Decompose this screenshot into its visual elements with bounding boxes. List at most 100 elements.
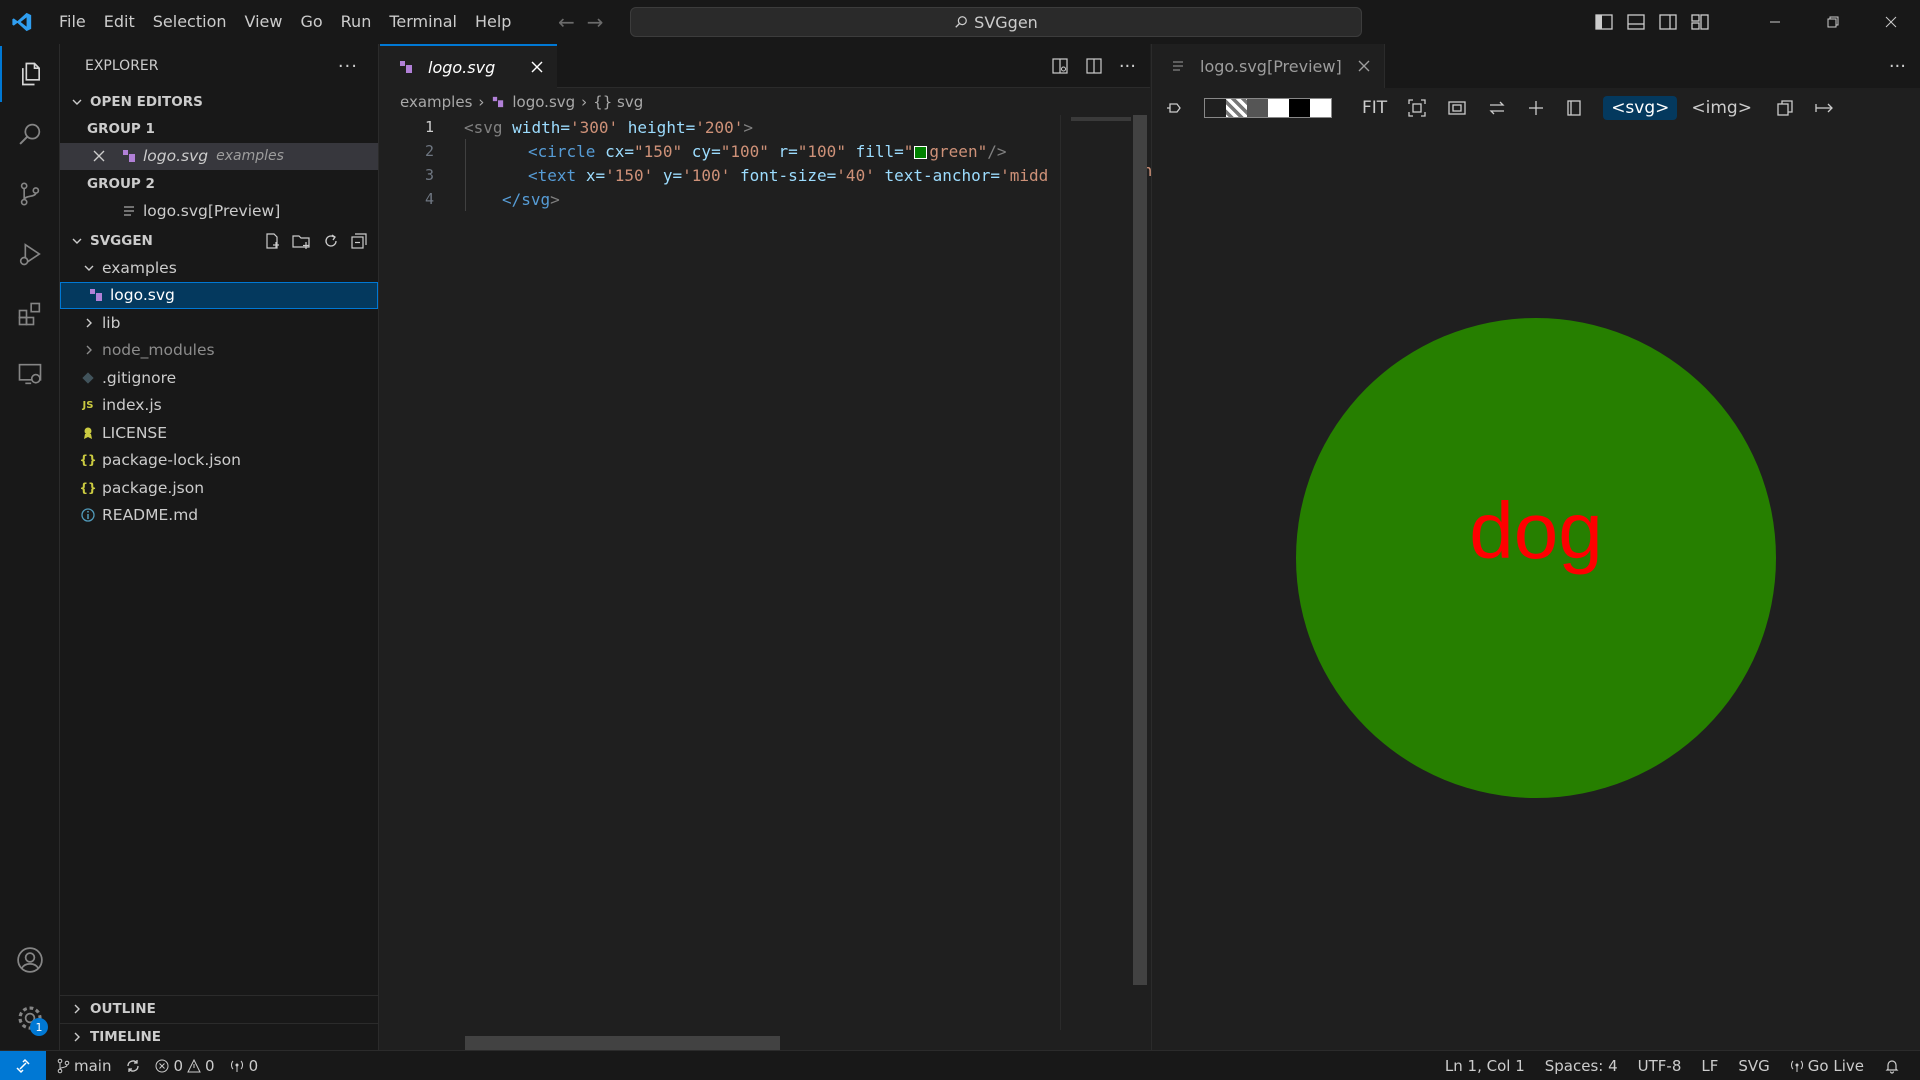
settings-badge: 1 bbox=[30, 1018, 48, 1036]
forward-arrow-icon[interactable]: → bbox=[587, 10, 604, 34]
menu-go[interactable]: Go bbox=[291, 0, 331, 44]
search-icon bbox=[955, 16, 968, 28]
command-center-search[interactable]: SVGgen bbox=[630, 7, 1362, 37]
language-mode[interactable]: SVG bbox=[1738, 1057, 1769, 1075]
json-file-icon: {} bbox=[79, 480, 97, 495]
sidebar-title: EXPLORER bbox=[85, 58, 159, 74]
branch-status[interactable]: main bbox=[56, 1057, 111, 1075]
close-window-button[interactable] bbox=[1862, 0, 1920, 44]
tree-item-lib[interactable]: lib bbox=[60, 309, 378, 337]
actual-size-icon[interactable] bbox=[1447, 98, 1467, 118]
open-editor-preview[interactable]: logo.svg[Preview] bbox=[60, 198, 378, 226]
command-center-label: SVGgen bbox=[974, 12, 1038, 32]
tree-item-package-lock-json[interactable]: {} package-lock.json bbox=[60, 447, 378, 475]
document-view-icon[interactable] bbox=[1565, 99, 1583, 117]
menu-run[interactable]: Run bbox=[332, 0, 381, 44]
menu-terminal[interactable]: Terminal bbox=[380, 0, 466, 44]
new-file-icon[interactable] bbox=[264, 232, 282, 250]
tree-item-readme-md[interactable]: README.md bbox=[60, 502, 378, 530]
more-actions-icon[interactable]: ··· bbox=[1889, 56, 1906, 77]
horizontal-scrollbar[interactable] bbox=[465, 1036, 780, 1050]
menu-view[interactable]: View bbox=[236, 0, 292, 44]
problems-status[interactable]: 0 0 bbox=[155, 1057, 215, 1075]
split-editor-icon[interactable] bbox=[1085, 57, 1103, 75]
timeline-section-header[interactable]: TIMELINE bbox=[60, 1023, 379, 1050]
close-tab-icon[interactable] bbox=[1358, 60, 1370, 72]
notifications-bell-icon[interactable] bbox=[1884, 1058, 1900, 1074]
toggle-panel-icon[interactable] bbox=[1626, 12, 1646, 32]
source-control-icon[interactable] bbox=[0, 166, 60, 222]
menu-file[interactable]: File bbox=[50, 0, 95, 44]
zoom-fit-icon[interactable] bbox=[1407, 98, 1427, 118]
tree-item-logo-svg[interactable]: logo.svg bbox=[60, 281, 378, 309]
pin-icon[interactable] bbox=[1166, 99, 1184, 117]
minimap[interactable]: gn bbox=[1060, 115, 1152, 1030]
tree-item-gitignore[interactable]: .gitignore bbox=[60, 364, 378, 392]
menu-selection[interactable]: Selection bbox=[144, 0, 236, 44]
eol-status[interactable]: LF bbox=[1701, 1057, 1718, 1075]
tab-logo-preview[interactable]: logo.svg[Preview] bbox=[1152, 44, 1385, 88]
swap-icon[interactable] bbox=[1487, 98, 1507, 118]
indentation-status[interactable]: Spaces: 4 bbox=[1545, 1057, 1618, 1075]
crosshair-icon[interactable] bbox=[1527, 99, 1545, 117]
customize-layout-icon[interactable] bbox=[1690, 12, 1710, 32]
fit-button[interactable]: FIT bbox=[1362, 98, 1387, 118]
background-checker-picker[interactable] bbox=[1204, 98, 1332, 118]
json-file-icon: {} bbox=[79, 453, 97, 468]
minimize-button[interactable] bbox=[1746, 0, 1804, 44]
more-actions-icon[interactable]: ··· bbox=[338, 56, 358, 77]
vertical-scrollbar[interactable] bbox=[1133, 115, 1147, 985]
tree-item-license[interactable]: LICENSE bbox=[60, 419, 378, 447]
tree-item-index-js[interactable]: JS index.js bbox=[60, 392, 378, 420]
new-folder-icon[interactable] bbox=[292, 232, 312, 250]
run-debug-icon[interactable] bbox=[0, 226, 60, 282]
color-swatch[interactable] bbox=[914, 145, 928, 159]
preview-text: dog bbox=[1469, 486, 1602, 575]
copy-icon[interactable] bbox=[1776, 99, 1794, 117]
open-editor-logo-svg[interactable]: logo.svg examples bbox=[60, 142, 378, 170]
breadcrumb-symbol[interactable]: {} svg bbox=[593, 93, 643, 111]
back-arrow-icon[interactable]: ← bbox=[558, 10, 575, 34]
restore-button[interactable] bbox=[1804, 0, 1862, 44]
extensions-icon[interactable] bbox=[0, 286, 60, 342]
refresh-icon[interactable] bbox=[322, 232, 340, 250]
open-editors-header[interactable]: OPEN EDITORS bbox=[60, 88, 378, 115]
svggen-folder-header[interactable]: SVGGEN bbox=[60, 227, 378, 254]
tree-item-package-json[interactable]: {} package.json bbox=[60, 474, 378, 502]
close-tab-icon[interactable] bbox=[531, 61, 543, 73]
sync-icon[interactable] bbox=[125, 1058, 141, 1074]
remote-indicator-icon[interactable] bbox=[0, 1050, 46, 1080]
close-editor-icon[interactable] bbox=[93, 150, 109, 162]
ports-status[interactable]: 0 bbox=[229, 1057, 258, 1075]
toggle-secondary-sidebar-icon[interactable] bbox=[1658, 12, 1678, 32]
img-mode-button[interactable]: <img> bbox=[1687, 96, 1756, 120]
remote-explorer-icon[interactable] bbox=[0, 346, 60, 402]
cursor-position[interactable]: Ln 1, Col 1 bbox=[1445, 1057, 1525, 1075]
collapse-all-icon[interactable] bbox=[350, 232, 368, 250]
manage-gear-icon[interactable]: 1 bbox=[0, 990, 60, 1046]
menu-help[interactable]: Help bbox=[466, 0, 520, 44]
menu-edit[interactable]: Edit bbox=[95, 0, 144, 44]
breadcrumb-file[interactable]: logo.svg bbox=[512, 93, 575, 111]
explorer-icon[interactable] bbox=[0, 46, 60, 102]
go-live-button[interactable]: Go Live bbox=[1790, 1057, 1864, 1075]
chevron-right-icon: › bbox=[478, 92, 485, 111]
encoding-status[interactable]: UTF-8 bbox=[1638, 1057, 1682, 1075]
tree-item-node-modules[interactable]: node_modules bbox=[60, 337, 378, 365]
code-area[interactable]: 1 <svg width='300' height='200'> 2 <circ… bbox=[380, 115, 1060, 211]
search-view-icon[interactable] bbox=[0, 106, 60, 162]
accounts-icon[interactable] bbox=[0, 932, 60, 988]
line-number: 3 bbox=[424, 166, 434, 184]
chevron-right-icon bbox=[80, 317, 98, 329]
tree-item-examples[interactable]: examples bbox=[60, 254, 378, 282]
svg-mode-button[interactable]: <svg> bbox=[1603, 96, 1678, 120]
tab-logo-svg[interactable]: logo.svg bbox=[380, 44, 558, 88]
breadcrumb-folder[interactable]: examples bbox=[400, 93, 472, 111]
more-actions-icon[interactable]: ··· bbox=[1119, 56, 1136, 77]
outline-section-header[interactable]: OUTLINE bbox=[60, 995, 379, 1022]
open-preview-side-icon[interactable] bbox=[1051, 57, 1069, 75]
vscode-logo-icon bbox=[0, 0, 44, 44]
toggle-primary-sidebar-icon[interactable] bbox=[1594, 12, 1614, 32]
export-arrow-icon[interactable] bbox=[1814, 99, 1836, 117]
preview-editor-group: logo.svg[Preview] ··· FIT <svg> <img> do… bbox=[1151, 44, 1920, 1050]
